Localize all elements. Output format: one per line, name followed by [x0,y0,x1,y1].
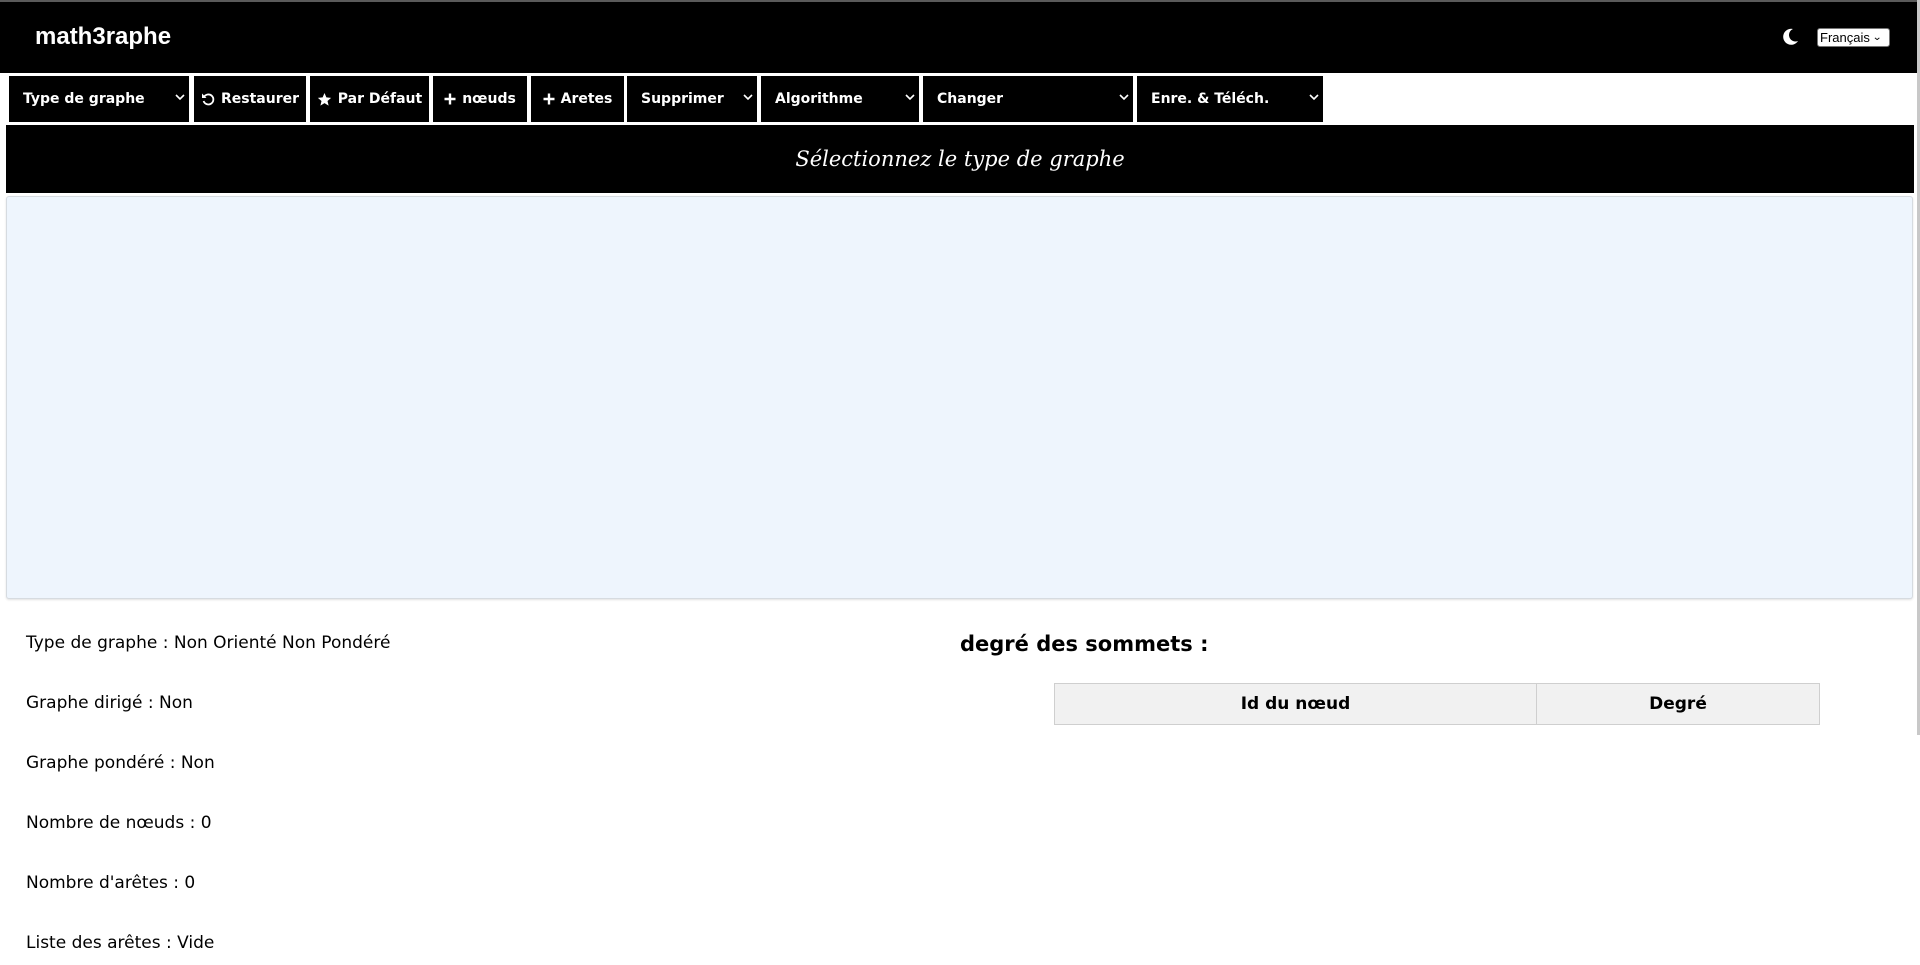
restore-button[interactable]: Restaurer [194,76,306,122]
save-download-label: Enre. & Téléch. [1151,91,1270,107]
change-select[interactable]: Changer [923,76,1133,122]
graph-type-select[interactable]: Type de graphe [9,76,189,122]
info-node-count: Nombre de nœuds : 0 [26,813,212,833]
delete-select[interactable]: Supprimer [627,76,757,122]
language-value: Français [1820,30,1870,45]
chevron-down-icon [743,94,753,101]
degree-title: degré des sommets : [960,632,1209,656]
add-edges-label: Aretes [560,91,613,107]
language-select[interactable]: Français ⌄ [1817,28,1890,47]
instruction-banner: Sélectionnez le type de graphe [6,125,1914,193]
chevron-down-icon [1119,94,1129,101]
column-node-id: Id du nœud [1054,683,1537,725]
delete-label: Supprimer [641,91,724,107]
change-label: Changer [937,91,1004,107]
add-edges-button[interactable]: Aretes [531,76,624,122]
graph-type-label: Type de graphe [23,91,145,107]
save-download-select[interactable]: Enre. & Téléch. [1137,76,1323,122]
column-degree: Degré [1536,683,1820,725]
star-icon [317,92,331,106]
default-button[interactable]: Par Défaut [310,76,429,122]
chevron-down-icon [905,94,915,101]
banner-text: Sélectionnez le type de graphe [795,147,1125,171]
table-header-row: Id du nœud Degré [1054,683,1820,725]
default-label: Par Défaut [337,91,423,107]
chevron-down-icon [1309,94,1319,101]
info-graph-type: Type de graphe : Non Orienté Non Pondéré [26,633,391,653]
app-brand[interactable]: math3raphe [35,23,171,51]
algorithm-select[interactable]: Algorithme [761,76,919,122]
plus-icon [543,93,555,105]
chevron-down-icon: ⌄ [1872,32,1883,43]
degree-table: Id du nœud Degré [1054,683,1820,725]
plus-icon [444,93,456,105]
top-navbar: math3raphe Français ⌄ [0,0,1920,73]
info-edge-count: Nombre d'arêtes : 0 [26,873,196,893]
moon-icon[interactable] [1779,26,1801,48]
undo-icon [201,93,215,106]
info-directed: Graphe dirigé : Non [26,693,193,713]
info-weighted: Graphe pondéré : Non [26,753,215,773]
chevron-down-icon [175,94,185,101]
graph-canvas[interactable] [6,196,1913,599]
add-nodes-label: nœuds [462,91,516,107]
info-edge-list: Liste des arêtes : Vide [26,933,215,953]
restore-label: Restaurer [220,91,300,107]
algorithm-label: Algorithme [775,91,863,107]
add-nodes-button[interactable]: nœuds [433,76,527,122]
